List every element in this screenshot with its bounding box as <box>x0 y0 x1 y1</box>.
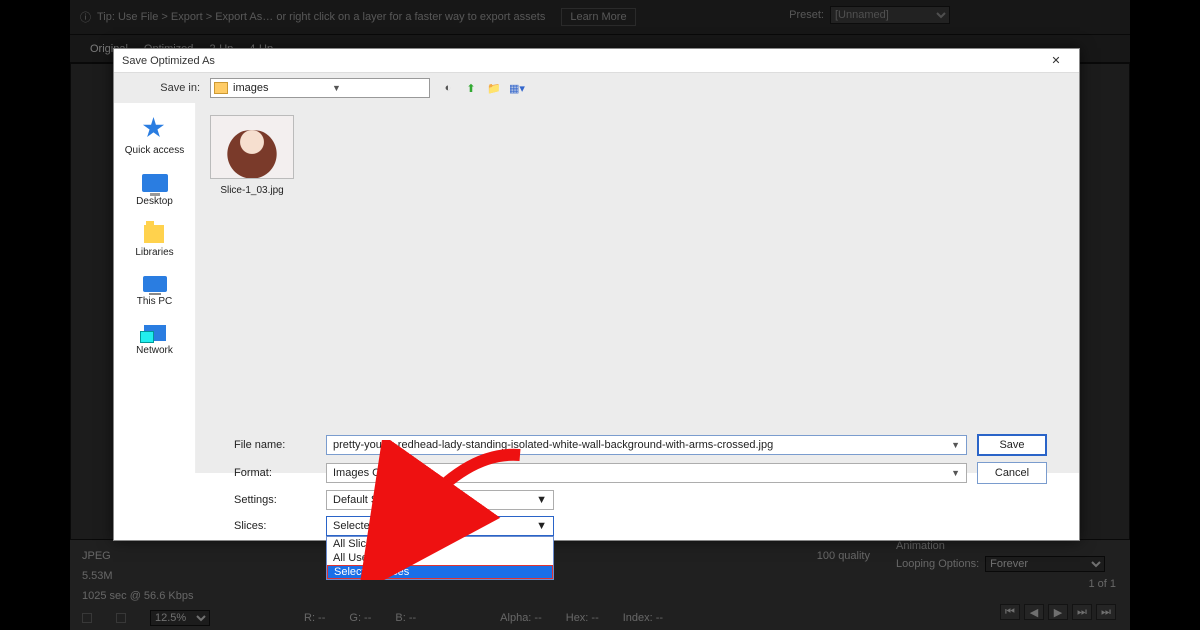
file-name-input[interactable]: pretty-young-redhead-lady-standing-isola… <box>326 435 967 455</box>
dialog-title: Save Optimized As <box>122 55 215 67</box>
slices-value: Selected Slices <box>333 520 408 532</box>
learn-more-button[interactable]: Learn More <box>561 8 635 26</box>
slices-option-user[interactable]: All User Slices <box>327 551 553 565</box>
chevron-down-icon: ▼ <box>951 468 960 478</box>
folder-select[interactable]: images ▼ <box>210 78 430 98</box>
slices-dropdown: All Slices All User Slices Selected Slic… <box>326 536 554 580</box>
readout-r: R: -- <box>304 612 325 624</box>
info-icon: ⓘ <box>80 9 91 25</box>
sidebar-item-desktop[interactable]: Desktop <box>136 174 173 207</box>
save-button[interactable]: Save <box>977 434 1047 456</box>
readout-b: B: -- <box>395 612 416 624</box>
settings-label: Settings: <box>228 494 316 506</box>
footer-eta: 1025 sec @ 56.6 Kbps <box>82 590 193 602</box>
sidebar-item-libraries[interactable]: Libraries <box>135 225 173 258</box>
file-thumbnail[interactable]: Slice-1_03.jpg <box>210 115 294 196</box>
footer-size: 5.53M <box>82 570 113 582</box>
slices-label: Slices: <box>228 520 316 532</box>
file-name-label: File name: <box>228 439 316 451</box>
sidebar-item-network[interactable]: Network <box>136 325 173 356</box>
libraries-icon <box>144 225 164 243</box>
folder-name: images <box>233 82 327 94</box>
animation-label: Animation <box>896 540 1116 552</box>
tip-text: Tip: Use File > Export > Export As… or r… <box>97 11 545 23</box>
format-value: Images Only <box>333 467 395 479</box>
zoom-select[interactable]: 12.5% <box>150 610 210 626</box>
footer-quality: 100 quality <box>817 550 870 562</box>
looping-select[interactable]: Forever <box>985 556 1105 572</box>
page-indicator: 1 of 1 <box>1088 578 1116 590</box>
views-icon[interactable]: ▦▾ <box>509 80 525 96</box>
playback-controls: ⏮ ◀ ▶ ⏭ ⏭ <box>1000 604 1116 620</box>
settings-value: Default Settings <box>333 494 411 506</box>
chevron-down-icon: ▼ <box>536 520 547 532</box>
chevron-down-icon: ▼ <box>332 83 426 93</box>
chevron-down-icon: ▼ <box>951 440 960 450</box>
footer: JPEG 100 quality 5.53M 1025 sec @ 56.6 K… <box>70 540 1130 630</box>
close-icon: ✕ <box>1051 54 1060 67</box>
preset-select[interactable]: [Unnamed] <box>830 6 950 24</box>
format-select[interactable]: Images Only ▼ <box>326 463 967 483</box>
new-folder-icon[interactable]: 📁 <box>486 80 502 96</box>
footer-format: JPEG <box>82 550 111 562</box>
checkbox-icon[interactable] <box>116 613 126 623</box>
network-icon <box>144 325 166 341</box>
prev-frame-button[interactable]: ◀ <box>1024 604 1044 620</box>
chevron-down-icon: ▼ <box>536 494 547 506</box>
pc-icon <box>143 276 167 292</box>
cancel-button[interactable]: Cancel <box>977 462 1047 484</box>
checkbox-icon[interactable] <box>82 613 92 623</box>
sidebar-item-this-pc[interactable]: This PC <box>137 276 173 307</box>
slices-option-selected[interactable]: Selected Slices <box>327 565 553 579</box>
file-listing[interactable]: Slice-1_03.jpg <box>196 103 1079 473</box>
back-icon[interactable]: ◐ <box>440 80 456 96</box>
thumbnail-label: Slice-1_03.jpg <box>220 185 283 196</box>
last-frame-button[interactable]: ⏭ <box>1096 604 1116 620</box>
slices-option-all[interactable]: All Slices <box>327 537 553 551</box>
looping-label: Looping Options: <box>896 558 979 570</box>
readout-g: G: -- <box>349 612 371 624</box>
up-folder-icon[interactable]: ⬆ <box>463 80 479 96</box>
close-button[interactable]: ✕ <box>1041 51 1071 71</box>
next-frame-button[interactable]: ⏭ <box>1072 604 1092 620</box>
desktop-icon <box>142 174 168 192</box>
readout-index: Index: -- <box>623 612 663 624</box>
save-dialog: Save Optimized As ✕ Save in: images ▼ ◐ … <box>113 48 1080 541</box>
format-label: Format: <box>228 467 316 479</box>
play-button[interactable]: ▶ <box>1048 604 1068 620</box>
first-frame-button[interactable]: ⏮ <box>1000 604 1020 620</box>
settings-select[interactable]: Default Settings ▼ <box>326 490 554 510</box>
readout-alpha: Alpha: -- <box>500 612 542 624</box>
save-in-label: Save in: <box>122 82 200 94</box>
places-sidebar: Quick access Desktop Libraries This PC N… <box>114 103 196 473</box>
sidebar-item-quick-access[interactable]: Quick access <box>125 117 184 156</box>
star-icon <box>143 117 165 139</box>
thumbnail-image <box>210 115 294 179</box>
slices-select[interactable]: Selected Slices ▼ <box>326 516 554 536</box>
file-name-value: pretty-young-redhead-lady-standing-isola… <box>333 439 773 451</box>
folder-icon <box>214 82 228 94</box>
preset-label: Preset: <box>789 9 824 21</box>
readout-hex: Hex: -- <box>566 612 599 624</box>
